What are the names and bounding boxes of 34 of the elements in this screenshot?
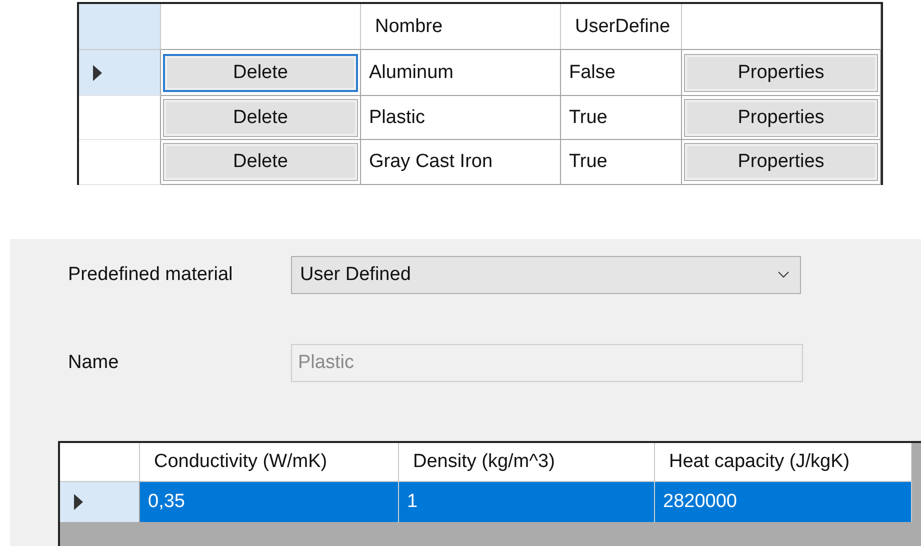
material-dropdown[interactable]: User Defined	[291, 256, 801, 294]
column-header[interactable]: Nombre	[361, 4, 561, 50]
table-cell[interactable]: 1	[399, 482, 655, 522]
chevron-down-icon	[777, 271, 790, 279]
table-cell-text: False	[568, 62, 616, 84]
properties-button[interactable]: Properties	[684, 143, 878, 181]
table-cell[interactable]: 0,35	[140, 482, 399, 522]
table-cell-text: Plastic	[368, 106, 425, 128]
column-header-text: UserDefine	[575, 16, 670, 38]
table-cell-text: True	[568, 151, 608, 173]
column-header-text: Density (kg/m^3)	[413, 451, 555, 473]
field-label: Predefined material	[68, 264, 234, 286]
delete-button[interactable]: Delete	[163, 98, 358, 136]
delete-button[interactable]: Delete	[163, 54, 358, 92]
column-header-text: Heat capacity (J/kgK)	[669, 451, 850, 473]
properties-button[interactable]: Properties	[684, 54, 878, 92]
row-header[interactable]	[60, 482, 140, 522]
table-cell[interactable]: 2820000	[655, 482, 912, 522]
column-header[interactable]	[682, 4, 881, 50]
properties-button[interactable]: Properties	[684, 98, 878, 136]
column-header[interactable]	[161, 4, 361, 50]
column-header-text: Nombre	[375, 16, 443, 38]
table-cell-text: Aluminum	[368, 62, 454, 84]
column-header[interactable]: Conductivity (W/mK)	[140, 443, 399, 482]
delete-button[interactable]: Delete	[163, 143, 358, 181]
column-header-text: Conductivity (W/mK)	[154, 451, 328, 473]
column-header[interactable]: Heat capacity (J/kgK)	[655, 443, 912, 482]
table-cell-text: Gray Cast Iron	[368, 151, 493, 173]
current-row-icon	[74, 494, 83, 510]
column-header[interactable]: UserDefine	[561, 4, 682, 50]
table-cell-text: True	[568, 106, 608, 128]
current-row-icon	[93, 64, 102, 80]
field-label: Name	[68, 352, 120, 374]
column-header[interactable]: Density (kg/m^3)	[399, 443, 655, 482]
